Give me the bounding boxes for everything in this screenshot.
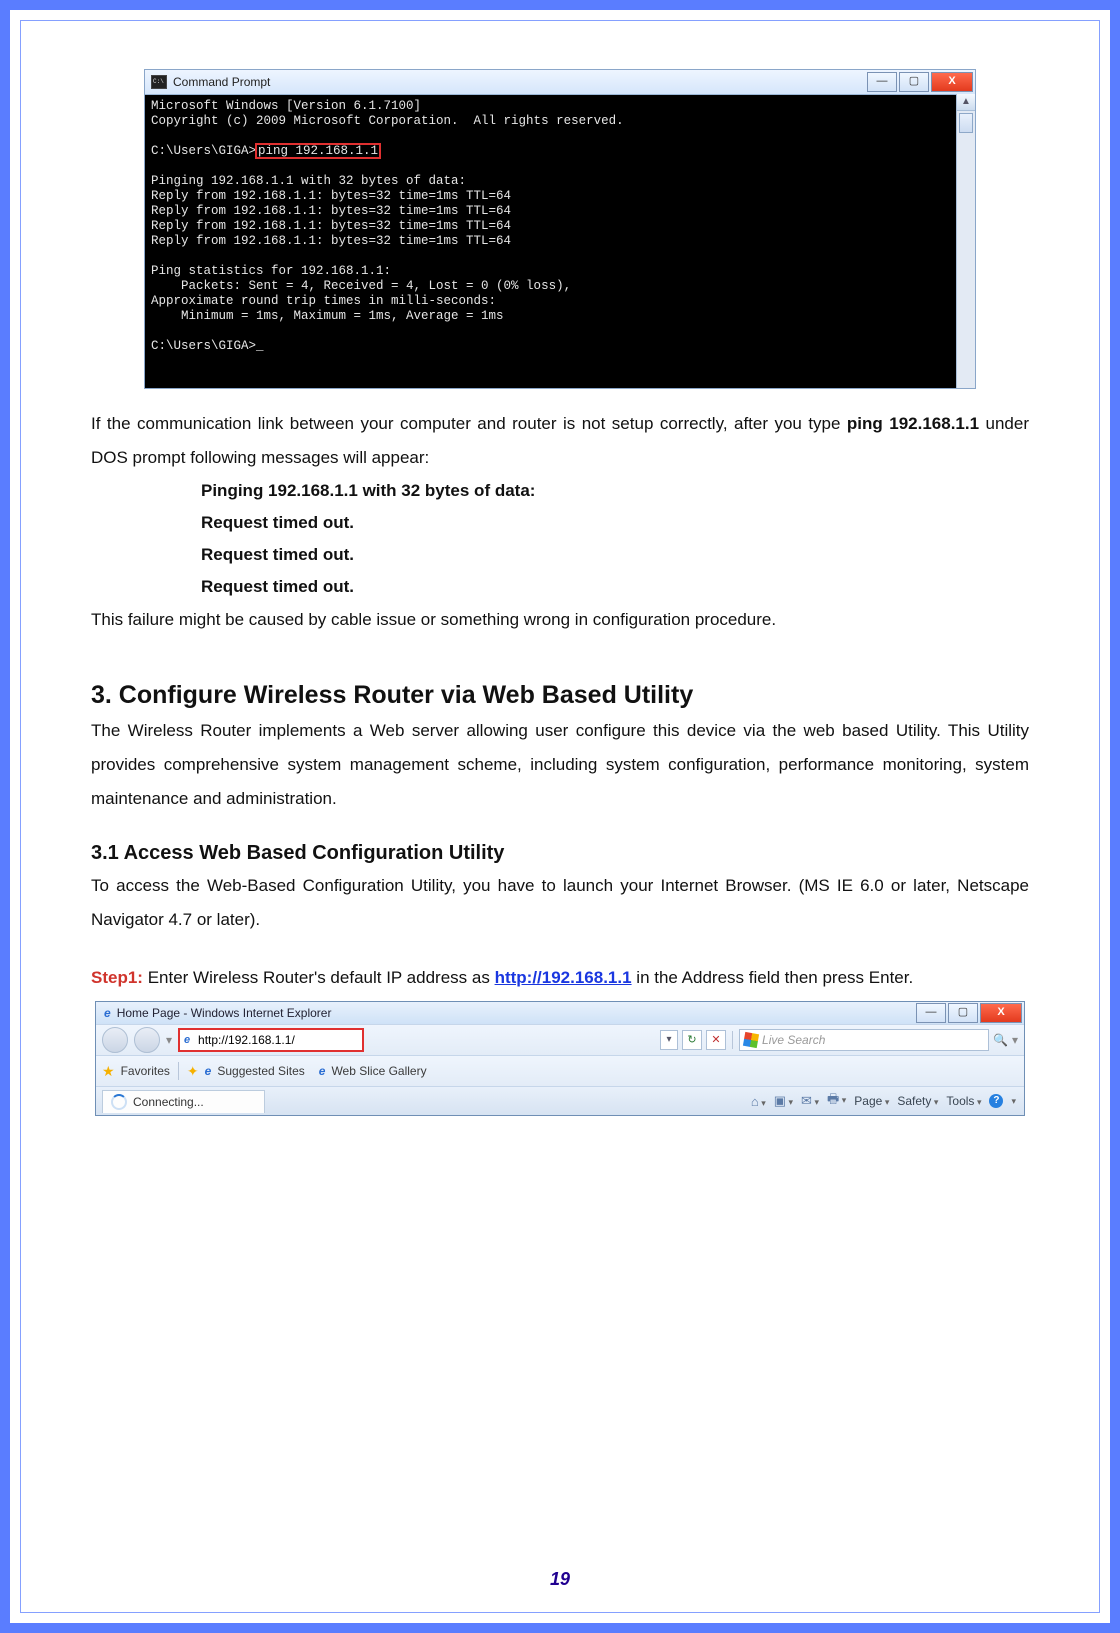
- tab-label: Connecting...: [133, 1095, 204, 1109]
- live-search-logo-icon: [743, 1032, 759, 1048]
- cmd-line: Reply from 192.168.1.1: bytes=32 time=1m…: [151, 219, 511, 233]
- ie-minimize-button[interactable]: —: [916, 1003, 946, 1023]
- back-button[interactable]: [102, 1027, 128, 1053]
- cmd-line: Packets: Sent = 4, Received = 4, Lost = …: [151, 279, 571, 293]
- forward-button[interactable]: [134, 1027, 160, 1053]
- refresh-button[interactable]: ↻: [682, 1030, 702, 1050]
- section-heading-3: 3. Configure Wireless Router via Web Bas…: [91, 681, 1029, 710]
- address-dropdown[interactable]: ▾: [660, 1030, 678, 1050]
- separator: [178, 1062, 179, 1080]
- address-bar-highlight: e: [178, 1028, 364, 1052]
- tools-menu[interactable]: Tools: [946, 1094, 981, 1108]
- cmd-scrollbar[interactable]: ▲: [956, 94, 975, 388]
- close-button[interactable]: X: [931, 72, 973, 92]
- cmd-output: Microsoft Windows [Version 6.1.7100] Cop…: [145, 95, 975, 388]
- page-number: 19: [21, 1569, 1099, 1590]
- text: in the Address field then press Enter.: [632, 968, 914, 987]
- print-menu-icon[interactable]: 🖶: [827, 1090, 846, 1112]
- page-frame-outer: Command Prompt — ▢ X Microsoft Windows […: [0, 0, 1120, 1633]
- router-ip-link[interactable]: http://192.168.1.1: [495, 968, 632, 987]
- ie-logo-icon: e: [104, 1006, 111, 1020]
- loading-spinner-icon: [111, 1094, 127, 1110]
- step-label: Step1:: [91, 968, 143, 987]
- search-box[interactable]: Live Search: [739, 1029, 989, 1051]
- search-go-icon[interactable]: 🔍: [993, 1033, 1008, 1047]
- suggested-sites-menu[interactable]: Suggested Sites: [217, 1064, 304, 1078]
- cmd-icon: [151, 75, 167, 89]
- stop-button[interactable]: ✕: [706, 1030, 726, 1050]
- safety-menu[interactable]: Safety: [897, 1094, 938, 1108]
- cmd-ping-command-highlight: ping 192.168.1.1: [256, 144, 380, 158]
- ie-tab-row: Connecting... ⌂ ▣ ✉ 🖶 Page Safety Tools …: [96, 1086, 1024, 1115]
- scroll-thumb[interactable]: [959, 113, 973, 133]
- timeout-header: Pinging 192.168.1.1 with 32 bytes of dat…: [201, 481, 535, 500]
- window-buttons: — ▢ X: [867, 72, 973, 92]
- rss-menu-icon[interactable]: ▣: [774, 1093, 793, 1109]
- timeout-line: Request timed out.: [201, 545, 354, 564]
- separator: [732, 1031, 733, 1049]
- webslice-icon: e: [319, 1064, 326, 1078]
- home-menu-icon[interactable]: ⌂: [751, 1094, 766, 1109]
- web-slice-gallery-menu[interactable]: Web Slice Gallery: [331, 1064, 426, 1078]
- cmd-line: Approximate round trip times in milli-se…: [151, 294, 496, 308]
- timeout-line: Request timed out.: [201, 513, 354, 532]
- address-input[interactable]: [194, 1031, 362, 1049]
- favorites-star-icon[interactable]: ★: [102, 1063, 115, 1080]
- mail-menu-icon[interactable]: ✉: [801, 1093, 819, 1109]
- history-dropdown-icon[interactable]: ▾: [166, 1033, 172, 1047]
- cmd-line: Reply from 192.168.1.1: bytes=32 time=1m…: [151, 234, 511, 248]
- cmd-title: Command Prompt: [173, 75, 270, 89]
- body-paragraph-1: If the communication link between your c…: [91, 407, 1029, 475]
- favorites-label[interactable]: Favorites: [121, 1064, 170, 1078]
- scroll-up-arrow[interactable]: ▲: [957, 94, 975, 111]
- text: If the communication link between your c…: [91, 414, 847, 433]
- command-prompt-window: Command Prompt — ▢ X Microsoft Windows […: [144, 69, 976, 389]
- cmd-titlebar: Command Prompt — ▢ X: [145, 70, 975, 95]
- cmd-line: Minimum = 1ms, Maximum = 1ms, Average = …: [151, 309, 504, 323]
- ie-favorites-row: ★ Favorites ✦ e Suggested Sites e Web Sl…: [96, 1055, 1024, 1086]
- page-menu[interactable]: Page: [854, 1094, 889, 1108]
- page-icon: e: [180, 1034, 194, 1046]
- cmd-line: Copyright (c) 2009 Microsoft Corporation…: [151, 114, 624, 128]
- ie-window: e Home Page - Windows Internet Explorer …: [95, 1001, 1025, 1116]
- minimize-button[interactable]: —: [867, 72, 897, 92]
- text: Enter Wireless Router's default IP addre…: [143, 968, 495, 987]
- cmd-line: Microsoft Windows [Version 6.1.7100]: [151, 99, 421, 113]
- section-heading-3-1: 3.1 Access Web Based Configuration Utili…: [91, 842, 1029, 865]
- cmd-line: Ping statistics for 192.168.1.1:: [151, 264, 391, 278]
- ie-small-icon: e: [205, 1064, 212, 1078]
- cmd-prompt-path: C:\Users\GIGA>: [151, 144, 256, 158]
- search-placeholder: Live Search: [762, 1033, 825, 1047]
- cmd-line: Reply from 192.168.1.1: bytes=32 time=1m…: [151, 189, 511, 203]
- ie-title: Home Page - Windows Internet Explorer: [117, 1006, 332, 1020]
- browser-tab[interactable]: Connecting...: [102, 1090, 265, 1113]
- ie-maximize-button[interactable]: ▢: [948, 1003, 978, 1023]
- page-frame-inner: Command Prompt — ▢ X Microsoft Windows […: [20, 20, 1100, 1613]
- cmd-prompt-cursor: C:\Users\GIGA>_: [151, 339, 264, 353]
- ie-titlebar: e Home Page - Windows Internet Explorer …: [96, 1002, 1024, 1024]
- cmd-line: Reply from 192.168.1.1: bytes=32 time=1m…: [151, 204, 511, 218]
- step1-paragraph: Step1: Enter Wireless Router's default I…: [91, 961, 1029, 995]
- body-paragraph-2: This failure might be caused by cable is…: [91, 603, 1029, 637]
- ping-command-text: ping 192.168.1.1: [847, 414, 979, 433]
- body-paragraph-4: To access the Web-Based Configuration Ut…: [91, 869, 1029, 937]
- ie-command-bar: ⌂ ▣ ✉ 🖶 Page Safety Tools ?▾: [751, 1090, 1024, 1112]
- maximize-button[interactable]: ▢: [899, 72, 929, 92]
- cmd-line: Pinging 192.168.1.1 with 32 bytes of dat…: [151, 174, 466, 188]
- help-icon[interactable]: ?: [989, 1094, 1003, 1108]
- body-paragraph-3: The Wireless Router implements a Web ser…: [91, 714, 1029, 816]
- ie-close-button[interactable]: X: [980, 1003, 1022, 1023]
- suggested-star-icon: ✦: [187, 1063, 199, 1080]
- timeout-line: Request timed out.: [201, 577, 354, 596]
- search-dropdown-icon[interactable]: ▾: [1012, 1033, 1018, 1047]
- ie-address-row: ▾ e ▾ ↻ ✕ Live Search 🔍 ▾: [96, 1024, 1024, 1055]
